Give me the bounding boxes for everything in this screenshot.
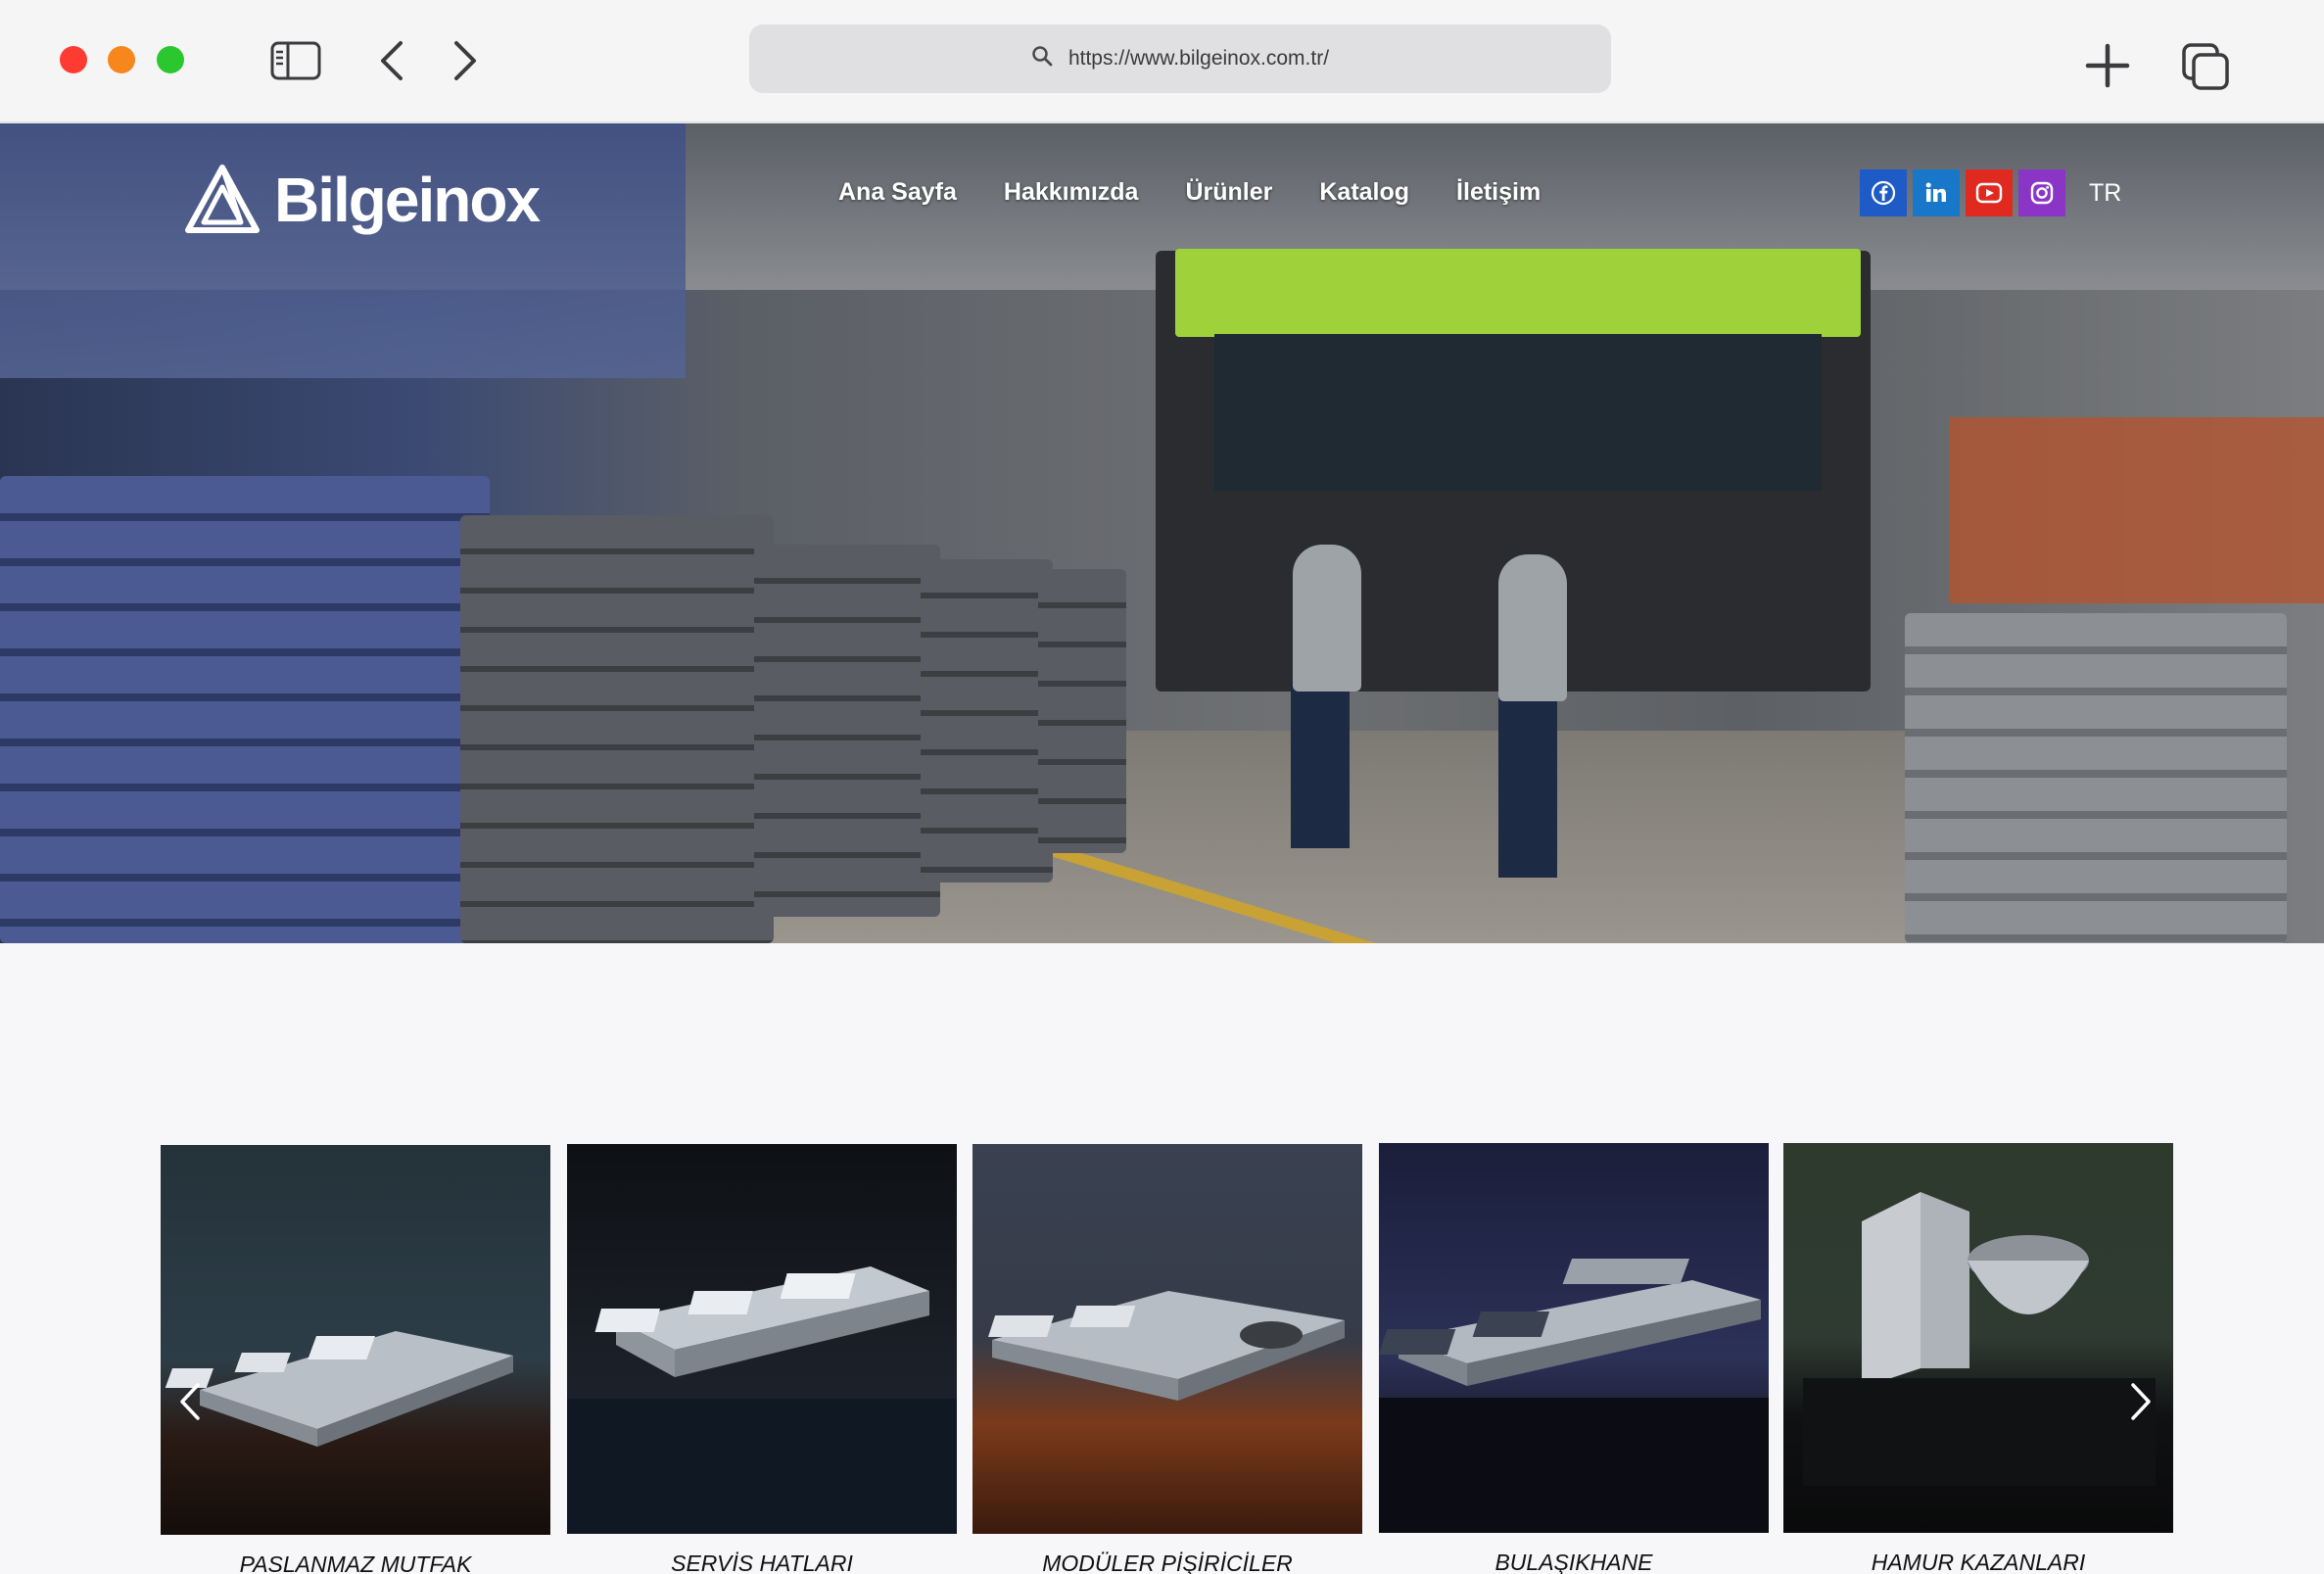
hero-banner: Bilgeinox Ana Sayfa Hakkımızda Ürünler K…: [0, 123, 2324, 943]
product-card[interactable]: HAMUR KAZANLARI: [1783, 1143, 2173, 1574]
address-bar[interactable]: https://www.bilgeinox.com.tr/: [749, 24, 1611, 93]
sidebar-toggle-icon[interactable]: [268, 39, 323, 82]
product-card[interactable]: SERVİS HATLARI: [567, 1144, 957, 1574]
logo-text: Bilgeinox: [274, 165, 541, 235]
product-image[interactable]: [1379, 1143, 1769, 1533]
hero-photo-worker: [1291, 682, 1350, 848]
chevron-left-icon[interactable]: [372, 37, 411, 84]
search-icon: [1031, 45, 1053, 72]
hero-photo-sink-stack: [0, 476, 490, 943]
language-selector[interactable]: TR: [2089, 179, 2121, 208]
facebook-icon[interactable]: [1860, 169, 1907, 216]
hero-photo-sink-stack: [1038, 569, 1126, 853]
maximize-window-button[interactable]: [157, 46, 184, 73]
chevron-right-icon: [2131, 1383, 2151, 1420]
browser-toolbar: https://www.bilgeinox.com.tr/: [0, 0, 2324, 122]
web-page: Bilgeinox Ana Sayfa Hakkımızda Ürünler K…: [0, 123, 2324, 1574]
linkedin-icon[interactable]: [1913, 169, 1960, 216]
product-card[interactable]: BULAŞIKHANE: [1379, 1143, 1769, 1574]
url-text: https://www.bilgeinox.com.tr/: [1067, 47, 1330, 70]
product-label[interactable]: HAMUR KAZANLARI: [1783, 1549, 2173, 1574]
product-image[interactable]: [161, 1145, 550, 1535]
carousel-next-button[interactable]: [2123, 1372, 2158, 1431]
hero-photo-worker: [1498, 692, 1557, 878]
youtube-icon[interactable]: [1966, 169, 2013, 216]
close-window-button[interactable]: [60, 46, 87, 73]
product-card[interactable]: MODÜLER PİŞİRİCİLER: [972, 1144, 1362, 1574]
hero-photo-worker: [1293, 545, 1361, 692]
hero-photo-sink-stack: [921, 559, 1053, 882]
plus-icon[interactable]: [2081, 39, 2134, 92]
nav-item-urunler[interactable]: Ürünler: [1185, 178, 1272, 207]
hero-photo-worker: [1498, 554, 1567, 701]
nav-item-iletisim[interactable]: İletişim: [1456, 178, 1541, 207]
hero-photo-sink-stack: [754, 545, 940, 917]
nav-item-katalog[interactable]: Katalog: [1319, 178, 1409, 207]
product-label[interactable]: PASLANMAZ MUTFAK AKSESUARLARI: [161, 1550, 550, 1574]
hero-photo-machine-panel: [1214, 334, 1822, 491]
hero-photo-sink-stack: [1905, 613, 2287, 943]
product-image[interactable]: [567, 1144, 957, 1534]
social-links: TR: [1860, 169, 2121, 216]
tab-overview-icon[interactable]: [2178, 39, 2233, 94]
product-image[interactable]: [972, 1144, 1362, 1534]
product-card[interactable]: PASLANMAZ MUTFAK AKSESUARLARI: [161, 1145, 550, 1574]
product-label[interactable]: SERVİS HATLARI: [567, 1550, 957, 1574]
main-navigation: Ana Sayfa Hakkımızda Ürünler Katalog İle…: [838, 178, 1541, 207]
chevron-right-icon[interactable]: [446, 37, 485, 84]
product-image[interactable]: [1783, 1143, 2173, 1533]
logo-mark-icon: [185, 165, 260, 233]
hero-photo-sink-stack: [460, 515, 774, 943]
nav-item-hakkimizda[interactable]: Hakkımızda: [1004, 178, 1139, 207]
minimize-window-button[interactable]: [108, 46, 135, 73]
carousel-prev-button[interactable]: [172, 1372, 208, 1431]
product-label[interactable]: BULAŞIKHANE: [1379, 1549, 1769, 1574]
product-carousel: PASLANMAZ MUTFAK AKSESUARLARI SERVİS HAT…: [0, 1020, 2324, 1574]
product-label[interactable]: MODÜLER PİŞİRİCİLER: [972, 1550, 1362, 1574]
nav-item-ana-sayfa[interactable]: Ana Sayfa: [838, 178, 957, 207]
site-logo[interactable]: Bilgeinox: [184, 161, 541, 239]
chevron-left-icon: [180, 1383, 200, 1420]
instagram-icon[interactable]: [2018, 169, 2065, 216]
hero-photo-machine-top: [1175, 249, 1861, 337]
hero-photo-rack: [1949, 417, 2324, 603]
